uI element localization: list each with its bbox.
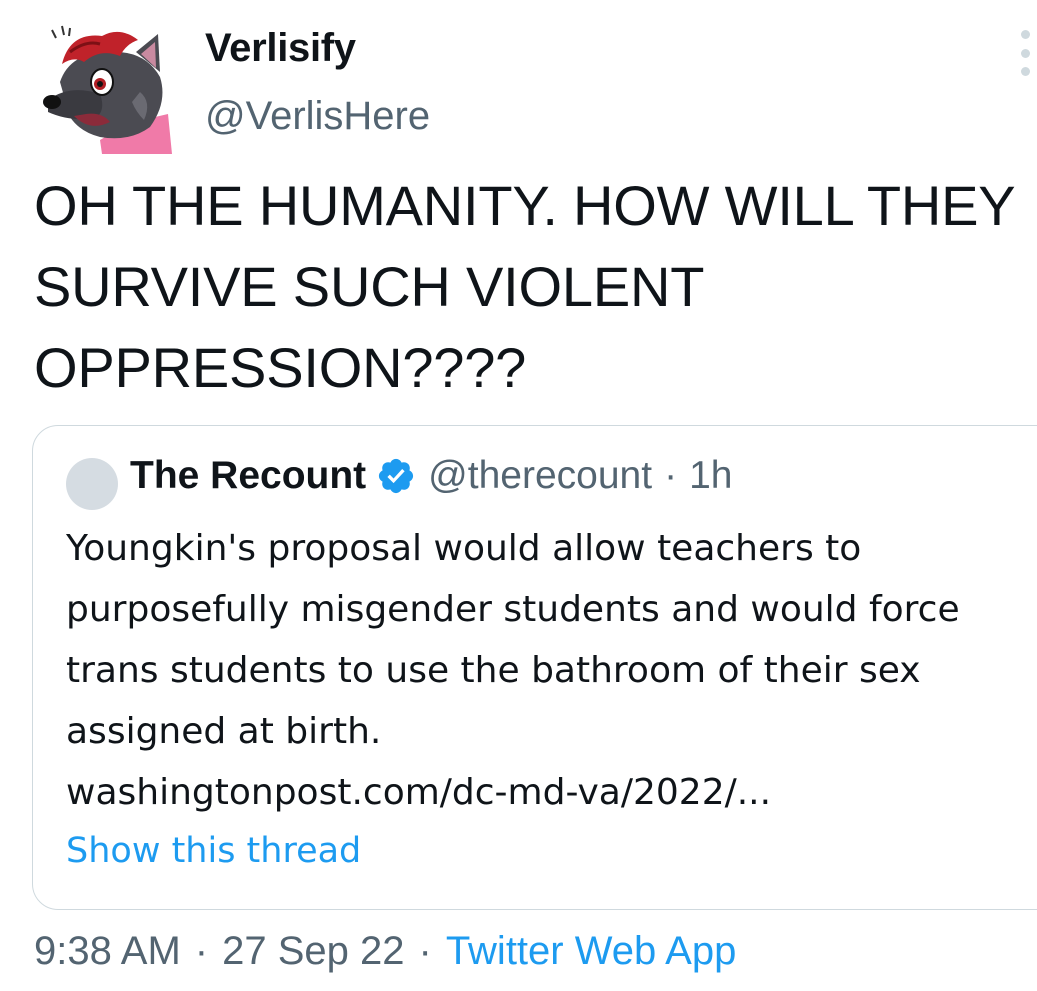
- wolf-avatar-icon: [43, 25, 172, 154]
- tweet-time[interactable]: 9:38 AM: [34, 929, 181, 973]
- tweet-date[interactable]: 27 Sep 22: [222, 929, 404, 973]
- author-display-name[interactable]: Verlisify: [205, 26, 356, 71]
- tweet-meta: 9:38 AM · 27 Sep 22 · Twitter Web App: [34, 929, 736, 974]
- author-handle[interactable]: @VerlisHere: [205, 94, 430, 139]
- more-dot: [1020, 67, 1030, 76]
- quote-separator: ·: [664, 454, 678, 497]
- quote-body: Youngkin's proposal would allow teachers…: [66, 528, 960, 752]
- meta-separator: ·: [194, 929, 209, 973]
- quote-header: The Recount @therecount · 1h: [130, 454, 732, 498]
- tweet: Verlisify @VerlisHere OH THE HUMANITY. H…: [0, 0, 1037, 991]
- more-dot: [1020, 30, 1030, 39]
- quote-timestamp[interactable]: 1h: [689, 454, 732, 498]
- tweet-source[interactable]: Twitter Web App: [446, 929, 737, 973]
- quote-text: Youngkin's proposal would allow teachers…: [66, 518, 1006, 823]
- quote-link[interactable]: washingtonpost.com/dc-md-va/2022/...: [66, 762, 1006, 823]
- more-dot: [1020, 48, 1030, 58]
- quoted-tweet-card[interactable]: The Recount @therecount · 1h Youngkin's …: [32, 425, 1037, 910]
- more-options-icon[interactable]: [1014, 30, 1036, 76]
- quote-avatar[interactable]: [66, 458, 118, 510]
- avatar[interactable]: [40, 22, 180, 154]
- verified-badge-icon: [376, 456, 416, 496]
- quote-display-name[interactable]: The Recount: [130, 454, 366, 498]
- show-thread-link[interactable]: Show this thread: [66, 831, 361, 871]
- tweet-text: OH THE HUMANITY. HOW WILL THEY SURVIVE S…: [34, 174, 1015, 399]
- quote-handle[interactable]: @therecount: [428, 454, 652, 498]
- meta-separator: ·: [418, 929, 432, 973]
